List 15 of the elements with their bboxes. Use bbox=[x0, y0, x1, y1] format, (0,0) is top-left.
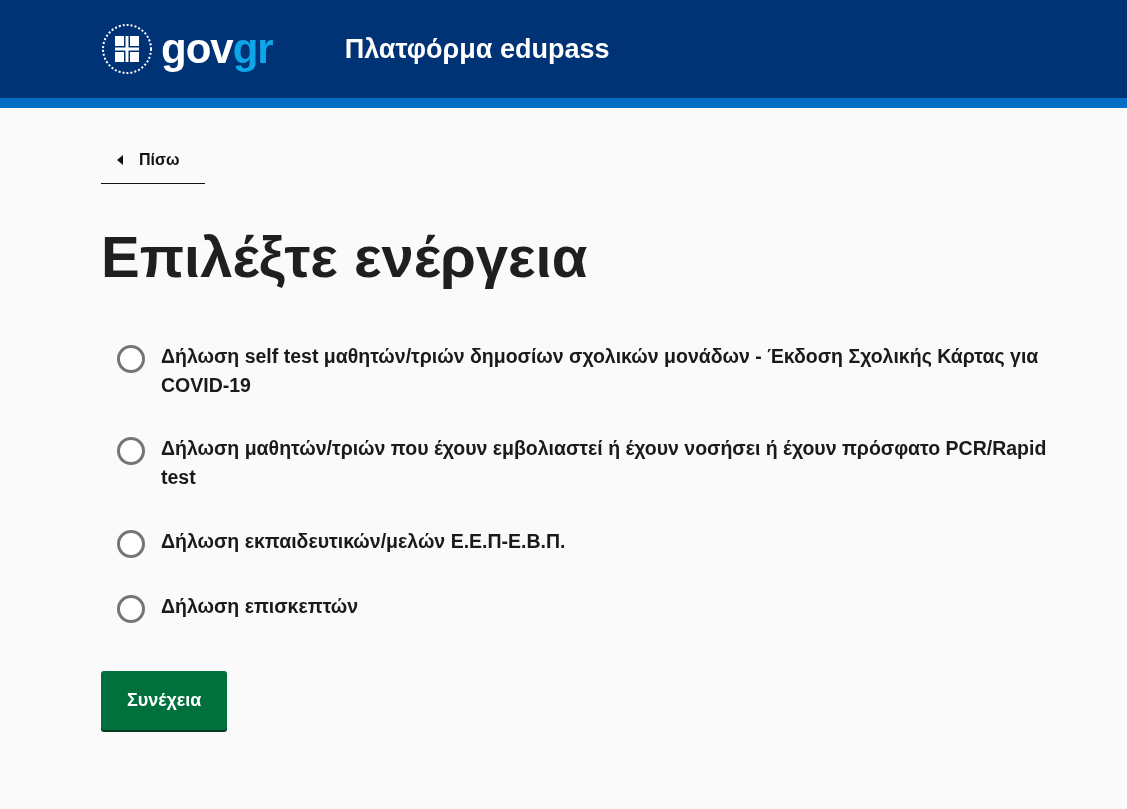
option-label[interactable]: Δήλωση μαθητών/τριών που έχουν εμβολιαστεί ή έχουν νοσήσει ή έχουν πρόσφατο PCR/Rapid test bbox=[161, 434, 1081, 493]
back-link[interactable]: Πίσω bbox=[101, 140, 205, 184]
continue-button[interactable]: Συνέχεια bbox=[101, 670, 228, 730]
option-label[interactable]: Δήλωση self test μαθητών/τριών δημοσίων σχολικών μονάδων - Έκδοση Σχολικής Κάρτας για COVID-19 bbox=[161, 341, 1081, 401]
option-label[interactable]: Δήλωση εκπαιδευτικών/μελών Ε.Ε.Π-Ε.Β.Π. bbox=[161, 526, 566, 556]
radio-button[interactable] bbox=[117, 344, 145, 373]
page-heading: Επιλέξτε ενέργεια bbox=[101, 223, 589, 291]
option-label[interactable]: Δήλωση επισκεπτών bbox=[161, 591, 359, 621]
caret-left-icon bbox=[117, 155, 123, 165]
radio-button[interactable] bbox=[117, 594, 145, 623]
radio-button[interactable] bbox=[117, 529, 145, 558]
coat-of-arms-icon bbox=[101, 23, 153, 75]
govgr-logo: govgr bbox=[161, 28, 273, 70]
radio-button[interactable] bbox=[117, 437, 145, 466]
platform-title: Πλατφόρμα edupass bbox=[344, 32, 610, 66]
